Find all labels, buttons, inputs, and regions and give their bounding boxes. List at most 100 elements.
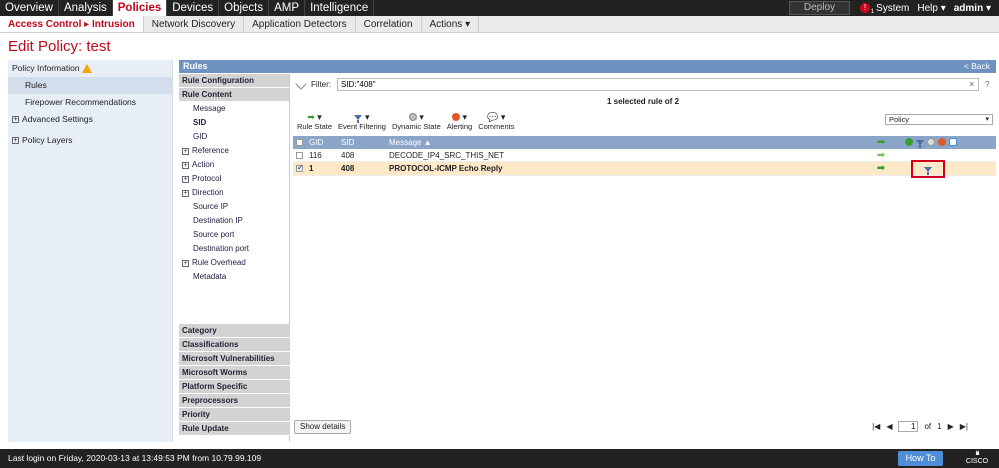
column-header-gid[interactable]: GID (306, 138, 338, 147)
expand-icon[interactable]: + (182, 190, 189, 197)
category-heading[interactable]: Preprocessors (179, 394, 290, 408)
expand-icon[interactable]: + (182, 260, 189, 267)
category-heading[interactable]: Category (179, 324, 290, 338)
table-row[interactable]: 1 408 PROTOCOL-ICMP Echo Reply ➡ (293, 160, 996, 178)
alerting-button[interactable]: ▾ Alerting (447, 112, 472, 134)
category-heading[interactable]: Priority (179, 408, 290, 422)
nav-overview[interactable]: Overview (0, 0, 59, 16)
category-heading[interactable]: Classifications (179, 338, 290, 352)
rule-content-item[interactable]: + Action (179, 158, 289, 172)
cell-message: DECODE_IP4_SRC_THIS_NET (389, 150, 505, 160)
prev-page-icon[interactable]: ◀ (886, 422, 892, 431)
subnav-access-control: Access Control (8, 19, 82, 30)
back-link[interactable]: < Back (964, 60, 990, 73)
toolbar-label: Dynamic State (391, 122, 441, 131)
nav-policies[interactable]: Policies (112, 0, 168, 16)
rule-content-heading[interactable]: Rule Content (179, 88, 289, 102)
first-page-icon[interactable]: |◀ (872, 422, 880, 431)
toolbar-label: Alerting (446, 122, 473, 131)
expand-icon[interactable]: + (182, 162, 189, 169)
subnav-intrusion: Intrusion (91, 19, 135, 30)
help-icon[interactable]: ? (985, 80, 989, 89)
sidebar-item-firepower-recommendations[interactable]: Firepower Recommendations (8, 94, 172, 111)
nav-analysis[interactable]: Analysis (59, 0, 113, 16)
sidebar-item-rules[interactable]: Rules (8, 77, 172, 94)
subnav-access-control-intrusion[interactable]: Access Control ▸ Intrusion (0, 16, 144, 32)
dynamic-state-button[interactable]: ▾ Dynamic State (392, 112, 441, 134)
expand-icon[interactable]: + (182, 148, 189, 155)
rule-content-item[interactable]: + Direction (179, 186, 289, 200)
event-filtering-button[interactable]: ▾ Event Filtering (338, 112, 386, 134)
rule-content-item[interactable]: Metadata (179, 270, 289, 284)
nav-devices[interactable]: Devices (167, 0, 220, 16)
rule-content-label: Source IP (193, 202, 229, 211)
select-all-checkbox[interactable] (293, 139, 306, 146)
rule-content-item[interactable]: + Protocol (179, 172, 289, 186)
funnel-icon: ▾ (354, 112, 370, 123)
page-number-input[interactable] (898, 421, 919, 432)
sidebar-item-policy-layers[interactable]: + Policy Layers (8, 132, 172, 149)
category-heading[interactable]: Platform Specific (179, 380, 290, 394)
policy-sidebar: Policy Information Rules Firepower Recom… (8, 60, 173, 442)
rule-state-icon[interactable]: ➡ (867, 150, 895, 161)
show-details-button[interactable]: Show details (294, 420, 352, 434)
table-row[interactable]: 116 408 DECODE_IP4_SRC_THIS_NET ➡ (293, 149, 996, 162)
cisco-logo: ılıılı CISCO (962, 450, 992, 466)
comments-button[interactable]: 💬 ▾ Comments (478, 112, 514, 134)
recommendation-icon (905, 138, 913, 146)
sidebar-item-advanced-settings[interactable]: + Advanced Settings (8, 111, 172, 128)
subnav-actions[interactable]: Actions ▾ (422, 16, 480, 32)
help-menu[interactable]: Help ▾ (917, 3, 945, 14)
rule-content-item[interactable]: Destination port (179, 242, 289, 256)
rule-state-icon[interactable]: ➡ (867, 163, 895, 174)
expand-icon[interactable]: + (12, 137, 19, 144)
next-page-icon[interactable]: ▶ (948, 422, 954, 431)
rule-content-item[interactable]: Source port (179, 228, 289, 242)
chevron-down-icon: ▾ (985, 116, 989, 123)
rule-state-button[interactable]: ➡ ▾ Rule State (297, 112, 332, 134)
rule-content-label: Protocol (192, 174, 222, 183)
rule-content-item[interactable]: GID (179, 130, 289, 144)
rule-configuration-heading[interactable]: Rule Configuration (179, 74, 289, 88)
nav-amp[interactable]: AMP (269, 0, 306, 16)
expand-icon[interactable]: + (12, 116, 19, 123)
comment-icon: 💬 ▾ (487, 111, 506, 122)
row-checkbox[interactable] (293, 163, 306, 172)
system-menu[interactable]: System (876, 3, 909, 14)
clock-icon (927, 138, 935, 146)
rule-content-item[interactable]: SID (179, 116, 289, 130)
rule-content-label: Reference (192, 146, 229, 155)
subnav-correlation[interactable]: Correlation (356, 16, 422, 32)
category-heading[interactable]: Rule Update (179, 422, 290, 436)
user-menu[interactable]: admin ▾ (954, 3, 991, 14)
collapse-icon[interactable] (295, 78, 307, 90)
rule-content-label: Message (193, 104, 226, 113)
alert-icon[interactable]: ! 1 (860, 3, 874, 15)
subnav-application-detectors[interactable]: Application Detectors (244, 16, 356, 32)
subnav-network-discovery[interactable]: Network Discovery (144, 16, 245, 32)
selected-rule-count: 1 selected rule of 2 (606, 97, 680, 106)
rule-content-item[interactable]: Message (179, 102, 289, 116)
deploy-button[interactable]: Deploy (788, 1, 851, 15)
rule-content-item[interactable]: + Reference (179, 144, 289, 158)
column-header-message[interactable]: Message ▲ (389, 138, 867, 147)
category-heading[interactable]: Microsoft Worms (179, 366, 290, 380)
filter-input[interactable] (337, 78, 979, 91)
column-header-sid[interactable]: SID (338, 138, 389, 147)
nav-objects[interactable]: Objects (219, 0, 270, 16)
nav-intelligence[interactable]: Intelligence (305, 0, 375, 16)
sidebar-item-policy-information[interactable]: Policy Information (8, 60, 172, 77)
expand-icon[interactable]: + (182, 176, 189, 183)
rule-content-item[interactable]: + Rule Overhead (179, 256, 289, 270)
rule-content-label: Source port (193, 230, 235, 239)
event-filter-highlight[interactable] (911, 160, 945, 178)
how-to-button[interactable]: How To (898, 451, 943, 466)
row-checkbox[interactable] (293, 151, 306, 159)
rule-content-item[interactable]: Destination IP (179, 214, 289, 228)
last-page-icon[interactable]: ▶| (960, 422, 968, 431)
policy-select[interactable]: Policy ▾ (885, 114, 993, 125)
clear-filter-icon[interactable]: × (969, 79, 974, 89)
breadcrumb-arrow-icon: ▸ (84, 19, 90, 30)
rule-content-item[interactable]: Source IP (179, 200, 289, 214)
category-heading[interactable]: Microsoft Vulnerabilities (179, 352, 290, 366)
